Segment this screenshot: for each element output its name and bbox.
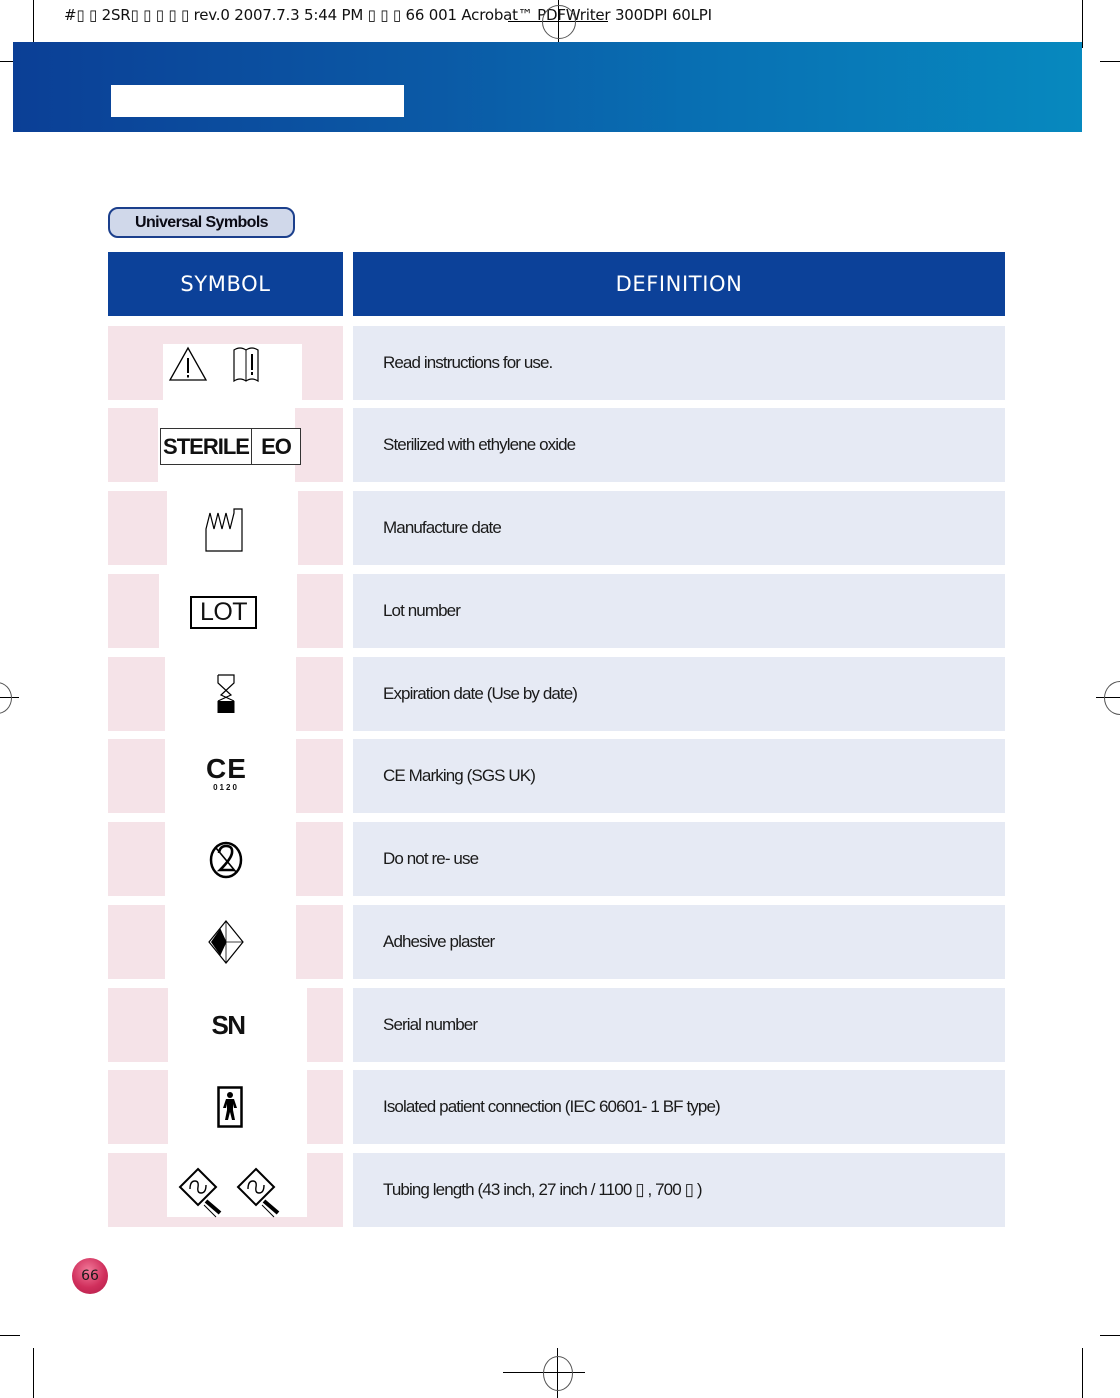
tubing-length-icon xyxy=(178,1167,280,1218)
symbol-cell: STERILE EO xyxy=(108,408,343,482)
definition-cell: Manufacture date xyxy=(353,491,1005,565)
lot-number-icon: LOT xyxy=(190,596,257,629)
symbol-cell: LOT xyxy=(108,574,343,648)
definition-text: Manufacture date xyxy=(383,518,502,537)
definition-text: Read instructions for use. xyxy=(383,353,553,372)
sterile-label: STERILE xyxy=(161,429,252,464)
sterile-eo-icon: STERILE EO xyxy=(160,428,301,465)
serial-number-icon: SN xyxy=(211,1010,246,1040)
definition-cell: Isolated patient connection (IEC 60601- … xyxy=(353,1070,1005,1144)
definition-text: Do not re- use xyxy=(383,849,479,868)
definition-text: Serial number xyxy=(383,1015,478,1034)
crop-mark xyxy=(1100,61,1120,62)
symbol-cell xyxy=(108,905,343,979)
definition-cell: Sterilized with ethylene oxide xyxy=(353,408,1005,482)
symbol-cell: SN xyxy=(108,988,343,1062)
table-row: SN Serial number xyxy=(0,988,1120,1062)
symbol-cell xyxy=(108,1153,343,1227)
definition-cell: Tubing length (43 inch, 27 inch / 1100 ▯… xyxy=(353,1153,1005,1227)
definition-cell: CE Marking (SGS UK) xyxy=(353,739,1005,813)
symbol-cell xyxy=(108,491,343,565)
symbol-cell: CE 0120 xyxy=(108,739,343,813)
crop-mark xyxy=(1100,1335,1120,1336)
symbol-cell xyxy=(108,657,343,731)
definition-text: Lot number xyxy=(383,601,461,620)
definition-text: Adhesive plaster xyxy=(383,932,495,951)
ce-letters: CE xyxy=(206,753,247,784)
column-header-definition: DEFINITION xyxy=(353,252,1005,316)
definition-text: CE Marking (SGS UK) xyxy=(383,766,536,785)
crop-mark xyxy=(0,1335,20,1336)
crop-mark xyxy=(33,0,34,48)
registration-circle xyxy=(543,1356,573,1391)
symbol-cell xyxy=(108,822,343,896)
ce-mark-icon: CE 0120 xyxy=(206,755,246,793)
section-label: Universal Symbols xyxy=(135,214,269,231)
do-not-reuse-icon xyxy=(209,841,243,879)
column-header-symbol: SYMBOL xyxy=(108,252,343,316)
eo-label: EO xyxy=(261,434,292,459)
registration-circle xyxy=(542,5,576,39)
definition-cell: Serial number xyxy=(353,988,1005,1062)
bf-type-patient-icon xyxy=(217,1086,243,1128)
manufacture-date-icon xyxy=(205,508,243,552)
table-row: STERILE EO Sterilized with ethylene oxid… xyxy=(0,408,1120,482)
header-title-box xyxy=(111,85,404,117)
crop-mark xyxy=(1082,1348,1083,1398)
definition-cell: Read instructions for use. xyxy=(353,326,1005,400)
page-number-badge: 66 xyxy=(72,1258,108,1294)
definition-cell: Do not re- use xyxy=(353,822,1005,896)
definition-text: Sterilized with ethylene oxide xyxy=(383,435,576,454)
table-row: CE 0120 CE Marking (SGS UK) xyxy=(0,739,1120,813)
print-slug-line: #▯ ▯ 2SR▯ ▯ ▯ ▯ ▯ rev.0 2007.7.3 5:44 PM… xyxy=(64,6,712,24)
definition-text: Isolated patient connection (IEC 60601- … xyxy=(383,1097,721,1116)
table-row: Isolated patient connection (IEC 60601- … xyxy=(0,1070,1120,1144)
table-row: Tubing length (43 inch, 27 inch / 1100 ▯… xyxy=(0,1153,1120,1227)
symbol-cell xyxy=(108,326,343,400)
definition-cell: Adhesive plaster xyxy=(353,905,1005,979)
definition-text: Tubing length (43 inch, 27 inch / 1100 ▯… xyxy=(383,1180,703,1199)
notified-body-number: 0120 xyxy=(213,783,239,792)
table-row: Expiration date (Use by date) xyxy=(0,657,1120,731)
table-row: LOT Lot number xyxy=(0,574,1120,648)
table-row: Read instructions for use. xyxy=(0,326,1120,400)
symbol-cell xyxy=(108,1070,343,1144)
table-row: Do not re- use xyxy=(0,822,1120,896)
table-row: Adhesive plaster xyxy=(0,905,1120,979)
expiration-hourglass-icon xyxy=(217,674,235,713)
section-label-pill: Universal Symbols xyxy=(108,207,295,238)
table-row: Manufacture date xyxy=(0,491,1120,565)
definition-cell: Expiration date (Use by date) xyxy=(353,657,1005,731)
crop-mark xyxy=(1082,0,1083,48)
caution-consult-instructions-icon xyxy=(168,346,259,383)
definition-text: Expiration date (Use by date) xyxy=(383,684,578,703)
adhesive-plaster-icon xyxy=(208,920,244,964)
crop-mark xyxy=(33,1348,34,1398)
definition-cell: Lot number xyxy=(353,574,1005,648)
